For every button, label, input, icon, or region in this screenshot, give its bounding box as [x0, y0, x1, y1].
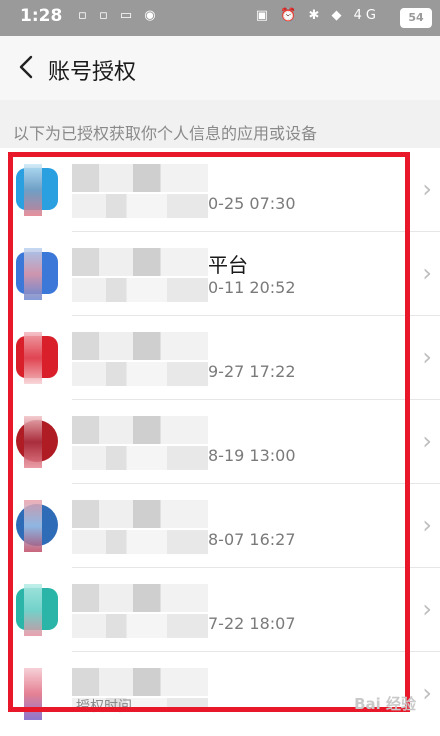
auth-time-blurred [72, 530, 208, 554]
auth-time-blurred [72, 362, 208, 386]
authorized-app-list: 0-25 07:30 › 平台 0-11 20:52 › 9-27 17:22 … [0, 148, 440, 720]
authorized-app-row[interactable]: 7-22 18:07 › [0, 568, 440, 652]
authorized-app-row[interactable]: 8-07 16:27 › [0, 484, 440, 568]
chevron-right-icon: › [422, 427, 432, 455]
chevron-right-icon: › [422, 511, 432, 539]
auth-time: 8-19 13:00 [208, 446, 296, 465]
status-bar: 1:28 ▫ ▫ ▭ ◉ ▣ ⏰ ✱ ◆ 4G 54 [0, 0, 440, 36]
authorized-app-row[interactable]: 0-25 07:30 › [0, 148, 440, 232]
auth-time-label: 授权时间 [76, 699, 132, 715]
chevron-right-icon: › [422, 679, 432, 707]
authorized-app-row[interactable]: 9-27 17:22 › [0, 316, 440, 400]
section-header: 以下为已授权获取你个人信息的应用或设备 [0, 100, 440, 148]
app-icon [16, 416, 58, 468]
app-icon [16, 668, 58, 720]
back-arrow-svg [19, 55, 33, 79]
app-name-blurred [72, 416, 208, 444]
app-name-blurred [72, 164, 208, 192]
app-icon [16, 248, 58, 300]
chevron-right-icon: › [422, 259, 432, 287]
authorized-app-row[interactable]: 8-19 13:00 › [0, 400, 440, 484]
chevron-right-icon: › [422, 175, 432, 203]
status-time: 1:28 [20, 6, 63, 26]
app-name-blurred [72, 584, 208, 612]
system-status-icons: ▣ ⏰ ✱ ◆ 4G [255, 8, 380, 23]
app-icon [16, 332, 58, 384]
auth-time: 9-27 17:22 [208, 362, 296, 381]
back-chevron-icon[interactable] [14, 52, 40, 82]
app-name-blurred [72, 668, 208, 696]
auth-time: 8-07 16:27 [208, 530, 296, 549]
auth-time: 0-11 20:52 [208, 278, 296, 297]
auth-time: 7-22 18:07 [208, 614, 296, 633]
app-name-blurred [72, 500, 208, 528]
app-name-blurred [72, 332, 208, 360]
authorized-app-row[interactable]: 平台 0-11 20:52 › [0, 232, 440, 316]
app-header: 账号授权 [0, 36, 440, 100]
section-description: 以下为已授权获取你个人信息的应用或设备 [13, 124, 318, 143]
page-title: 账号授权 [48, 60, 137, 85]
app-icon [16, 584, 58, 636]
auth-time-blurred [72, 278, 208, 302]
auth-time-blurred [72, 614, 208, 638]
chevron-right-icon: › [422, 595, 432, 623]
battery-icon: 54 [400, 8, 432, 28]
app-name-blurred [72, 248, 208, 276]
watermark: Bai 经验 [354, 695, 416, 713]
auth-time-blurred [72, 194, 208, 218]
app-icon [16, 500, 58, 552]
app-name-tail: 平台 [208, 253, 248, 277]
auth-time: 0-25 07:30 [208, 194, 296, 213]
auth-time-blurred [72, 446, 208, 470]
app-icon [16, 164, 58, 216]
notification-icons: ▫ ▫ ▭ ◉ [78, 8, 160, 23]
chevron-right-icon: › [422, 343, 432, 371]
